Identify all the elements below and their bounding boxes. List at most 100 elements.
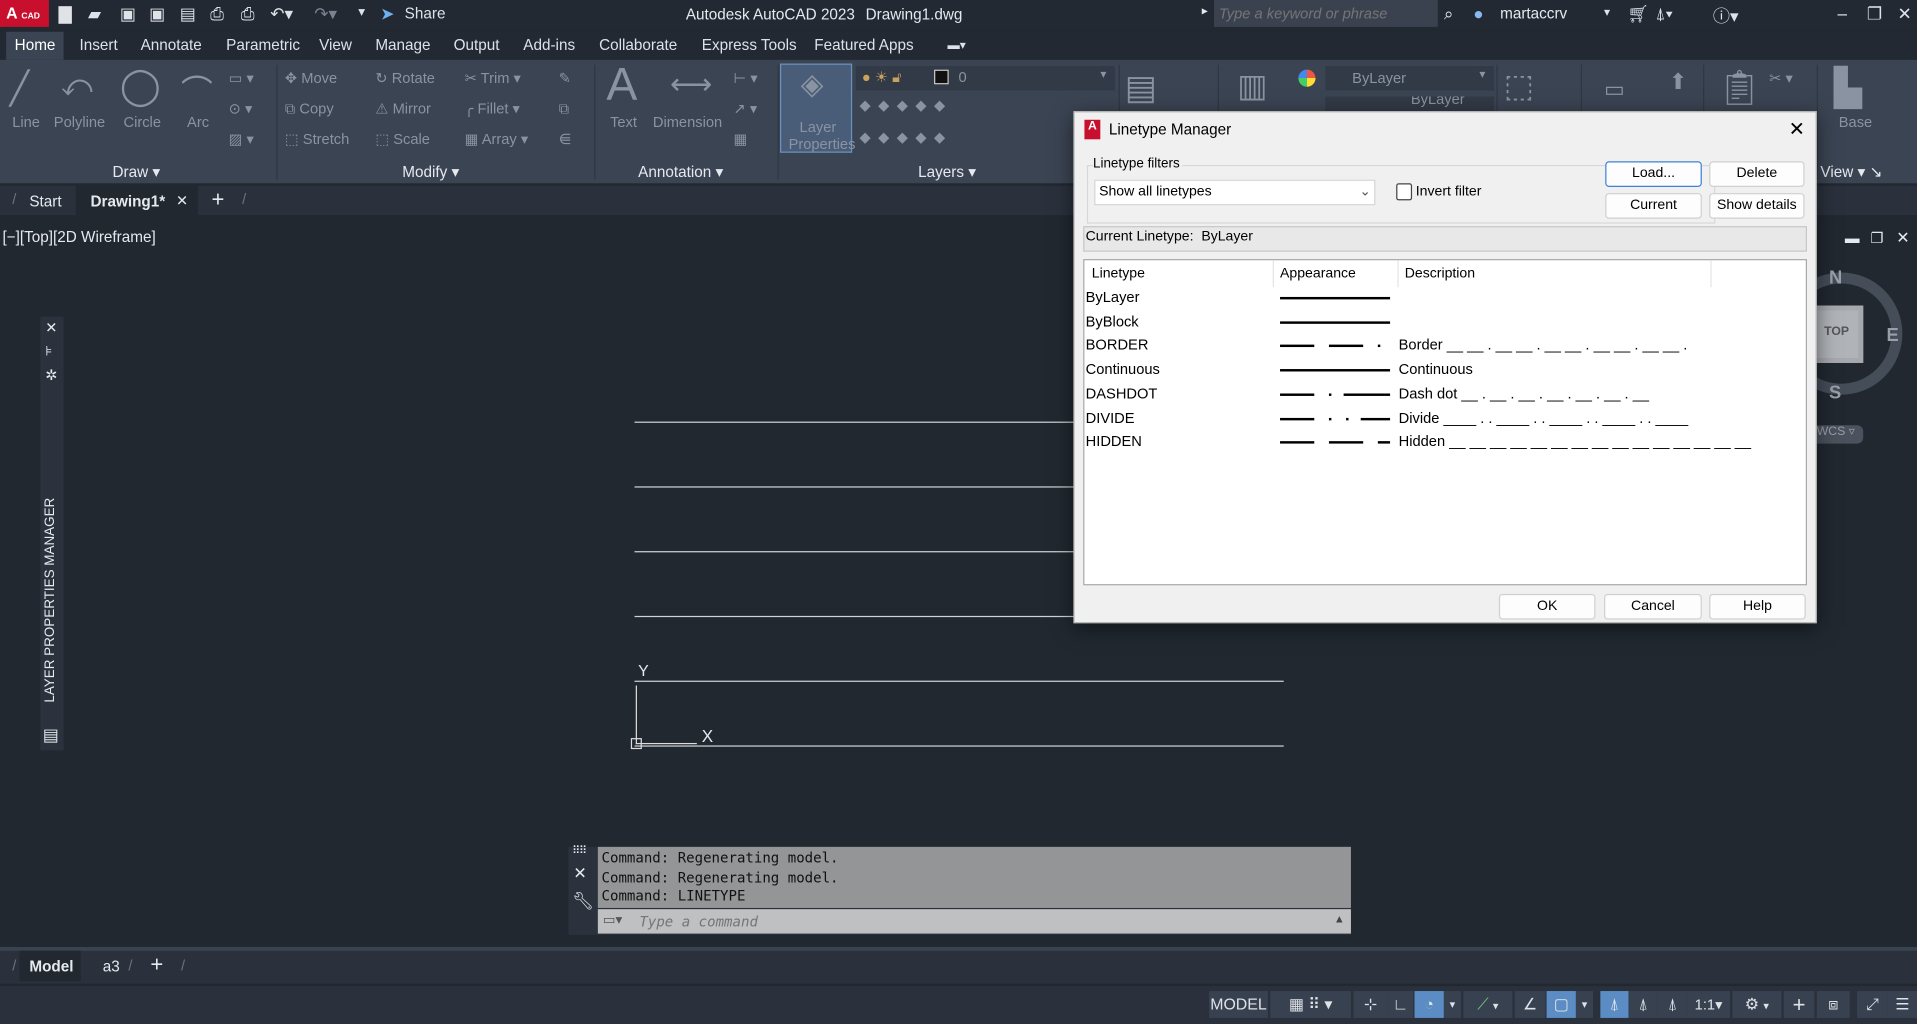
group-icon[interactable]: ⬚ (1504, 67, 1534, 105)
new-layout-icon[interactable]: + (150, 952, 163, 978)
tab-output[interactable]: Output (454, 37, 500, 54)
layer-properties-palette[interactable]: ✕ ⊧ ✲ LAYER PROPERTIES MANAGER ▤ (40, 316, 64, 751)
linetype-row[interactable]: ByLayer (1084, 286, 1805, 309)
rotate-tool[interactable]: ↻ Rotate (375, 70, 435, 87)
command-close-icon[interactable]: ✕ (573, 864, 586, 884)
layer-properties-button[interactable]: ◈ Layer Properties (780, 63, 855, 153)
trim-tool[interactable]: ✂ Trim ▾ (465, 70, 521, 87)
viewcube-east[interactable]: E (1886, 325, 1898, 346)
dimension-tool[interactable]: Dimension (653, 114, 722, 131)
customization-menu-icon[interactable]: ☰ (1887, 991, 1917, 1018)
save-icon[interactable]: ▣ (120, 4, 136, 25)
table-icon[interactable]: ▦ (734, 131, 748, 148)
tab-featured-apps[interactable]: Featured Apps (814, 37, 913, 54)
column-linetype[interactable]: Linetype (1092, 266, 1145, 281)
layout-tab-model[interactable]: Model (19, 950, 81, 982)
hatch-icon[interactable]: ⊙ ▾ (229, 100, 253, 117)
viewport-close-icon[interactable]: ✕ (1896, 229, 1909, 249)
osnap-dropdown-icon[interactable]: ▾ (1575, 991, 1594, 1018)
file-tab-drawing1[interactable]: Drawing1* ✕ (75, 185, 199, 216)
fillet-tool[interactable]: ╭ Fillet ▾ (465, 100, 520, 117)
isolate-objects-icon[interactable]: ⧈ (1816, 991, 1850, 1018)
linetype-row[interactable]: ByBlock (1084, 310, 1805, 333)
command-prompt-icon[interactable]: ▭▾ (603, 912, 622, 928)
tab-view[interactable]: View (319, 37, 352, 54)
help-icon[interactable]: ⓘ▾ (1713, 4, 1739, 28)
user-dropdown-icon[interactable]: ▾ (1604, 6, 1610, 19)
viewport-controls[interactable]: [−][Top][2D Wireframe] (2, 229, 155, 246)
linetype-filter-select[interactable]: Show all linetypes ⌄ (1094, 179, 1376, 206)
viewcube-face[interactable]: TOP (1809, 305, 1864, 363)
explode-icon[interactable]: ⧉ (559, 100, 569, 118)
offset-icon[interactable]: ⋹ (559, 131, 572, 148)
panel-draw[interactable]: Draw ▾ (112, 163, 160, 181)
leader-icon[interactable]: ⊢ ▾ (734, 70, 758, 87)
delete-button[interactable]: Delete (1709, 161, 1805, 187)
model-space-button[interactable]: MODEL (1209, 991, 1268, 1018)
customize-wrench-icon[interactable]: 🔧︎ (572, 891, 594, 912)
linetype-list[interactable]: Linetype Appearance Description ByLayer B… (1083, 259, 1807, 586)
arc-tool[interactable]: Arc (187, 114, 209, 131)
move-tool[interactable]: ✥ Move (285, 70, 337, 87)
tab-home[interactable]: Home (6, 31, 64, 60)
tab-express-tools[interactable]: Express Tools (702, 37, 797, 54)
match-properties-icon[interactable]: ▥ (1237, 67, 1267, 105)
color-dropdown[interactable]: ByLayer ▾ (1325, 65, 1494, 91)
viewcube-south[interactable]: S (1829, 382, 1841, 403)
linetype-row[interactable]: HIDDEN Hidden __ __ __ __ __ __ __ __ __ … (1084, 430, 1805, 453)
linetype-row[interactable]: Continuous Continuous (1084, 358, 1805, 381)
panel-modify[interactable]: Modify ▾ (402, 163, 459, 181)
grid-snap-group[interactable]: ▦ ⠿ ▾ (1270, 991, 1351, 1018)
layer-tools-row2[interactable]: ◆◆◆◆◆ (859, 128, 952, 145)
cart-icon[interactable]: 🛒︎ (1627, 4, 1649, 25)
minimize-icon[interactable]: – (1838, 4, 1848, 24)
palette-autohide-icon[interactable]: ⊧ (45, 343, 52, 360)
annotation-visibility-icon[interactable]: ⍋ (1600, 991, 1629, 1018)
color-wheel-icon[interactable] (1298, 69, 1316, 87)
autodesk-app-icon[interactable]: ⍋▾ (1655, 4, 1672, 25)
user-icon[interactable]: ● (1473, 4, 1483, 24)
erase-icon[interactable]: ✎ (559, 70, 571, 87)
expand-arrow-icon[interactable]: ▸ (1202, 5, 1208, 18)
stretch-tool[interactable]: ⬚ Stretch (285, 131, 349, 148)
save-as-icon[interactable]: ▣ (149, 4, 165, 25)
tab-add-ins[interactable]: Add-ins (523, 37, 575, 54)
viewcube-north[interactable]: N (1829, 268, 1842, 289)
leader-dropdown-icon[interactable]: ↗ ▾ (734, 100, 758, 117)
column-description[interactable]: Description (1405, 266, 1475, 281)
user-name[interactable]: martaccrv (1500, 5, 1567, 22)
print-icon[interactable]: ⎙ (241, 4, 255, 25)
invert-filter-checkbox[interactable] (1396, 183, 1413, 201)
tab-annotate[interactable]: Annotate (141, 37, 202, 54)
customize-icon[interactable]: ▾ (358, 4, 365, 20)
infer-constraints-icon[interactable]: ⊹ (1353, 991, 1388, 1018)
polar-tracking-icon[interactable]: ◔ (1414, 991, 1444, 1018)
command-input-row[interactable]: ▭▾ ▲ (597, 909, 1351, 934)
layer-dropdown[interactable]: ● ☀ 🔓︎ 0 ▾ (855, 65, 1115, 91)
close-icon[interactable]: ✕ (1897, 4, 1911, 25)
lineweight-dropdown[interactable]: ByLayer (1325, 96, 1494, 112)
linetype-row[interactable]: DIVIDE Divide ____ . . ____ . . ____ . . … (1084, 406, 1805, 429)
redo-icon[interactable]: ↷▾ (314, 4, 337, 25)
new-icon[interactable]: ▇ (59, 4, 72, 25)
share-button[interactable]: Share (405, 5, 446, 22)
mirror-tool[interactable]: ⚠ Mirror (375, 100, 431, 117)
workspace-settings-icon[interactable]: ⚙ ▾ (1732, 991, 1782, 1018)
file-tab-start[interactable]: Start (29, 193, 61, 210)
invert-filter-label[interactable]: Invert filter (1416, 185, 1482, 200)
tab-collaborate[interactable]: Collaborate (599, 37, 677, 54)
panel-view[interactable]: View ▾ ↘ (1820, 163, 1882, 181)
measure-icon[interactable]: ▭ (1604, 77, 1625, 103)
auto-scale-icon[interactable]: ⍋ (1628, 991, 1658, 1018)
layout-tab-a3[interactable]: a3 (103, 958, 120, 975)
tab-parametric[interactable]: Parametric (226, 37, 300, 54)
ribbon-toggle-icon[interactable]: ▬▾ (947, 39, 965, 52)
current-button[interactable]: Current (1605, 193, 1702, 219)
panel-annotation[interactable]: Annotation ▾ (638, 163, 723, 181)
new-tab-icon[interactable]: + (212, 187, 225, 213)
restore-icon[interactable]: ❐ (1867, 4, 1882, 25)
viewport-minimize-icon[interactable]: ▬ (1845, 230, 1860, 247)
annotation-monitor-icon[interactable]: + (1783, 991, 1815, 1018)
recent-commands-icon[interactable]: ▲ (1334, 913, 1345, 925)
object-snap-icon[interactable]: ▢ (1546, 991, 1576, 1018)
